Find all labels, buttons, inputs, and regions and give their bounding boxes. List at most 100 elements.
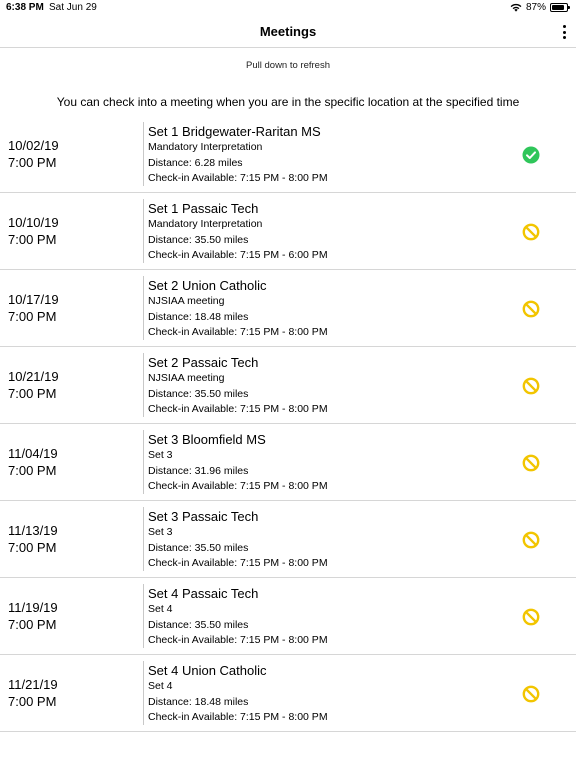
meeting-distance: Distance: 18.48 miles — [148, 695, 249, 708]
status-time: 6:38 PM — [6, 2, 44, 13]
meeting-time: 7:00 PM — [8, 386, 57, 401]
meeting-type: Set 4 — [148, 680, 173, 692]
meeting-row[interactable]: 11/13/19 7:00 PM Set 3 Passaic Tech Set … — [0, 501, 576, 578]
row-divider — [143, 661, 144, 725]
meeting-datetime: 10/17/19 7:00 PM — [8, 291, 59, 325]
meeting-checkin-window: Check-in Available: 7:15 PM - 6:00 PM — [148, 249, 328, 261]
meeting-distance: Distance: 35.50 miles — [148, 618, 249, 631]
row-divider — [143, 430, 144, 494]
meeting-time: 7:00 PM — [8, 617, 57, 632]
more-vertical-icon[interactable] — [560, 24, 568, 40]
meeting-checkin-window: Check-in Available: 7:15 PM - 8:00 PM — [148, 480, 328, 492]
unavailable-status[interactable] — [522, 531, 540, 549]
meeting-details: Set 4 Passaic Tech Set 4 Distance: 35.50… — [148, 585, 328, 649]
meeting-datetime: 10/10/19 7:00 PM — [8, 214, 59, 248]
row-divider — [143, 507, 144, 571]
meeting-row[interactable]: 11/04/19 7:00 PM Set 3 Bloomfield MS Set… — [0, 424, 576, 501]
meeting-row[interactable]: 10/17/19 7:00 PM Set 2 Union Catholic NJ… — [0, 270, 576, 347]
meeting-type: NJSIAA meeting — [148, 372, 225, 384]
meeting-row[interactable]: 10/02/19 7:00 PM Set 1 Bridgewater-Rarit… — [0, 116, 576, 193]
more-dot — [562, 25, 566, 28]
meeting-date: 10/21/19 — [8, 369, 59, 384]
row-divider — [143, 199, 144, 263]
meeting-details: Set 3 Passaic Tech Set 3 Distance: 35.50… — [148, 508, 328, 572]
meeting-type: Mandatory Interpretation — [148, 141, 263, 153]
meeting-type: Set 3 — [148, 526, 173, 538]
meeting-list: 10/02/19 7:00 PM Set 1 Bridgewater-Rarit… — [0, 116, 576, 732]
row-divider — [143, 276, 144, 340]
meeting-name: Set 3 Passaic Tech — [148, 509, 259, 524]
nav-bar: Meetings — [0, 16, 576, 48]
meeting-datetime: 11/21/19 7:00 PM — [8, 676, 58, 710]
prohibited-icon — [522, 685, 540, 703]
meeting-time: 7:00 PM — [8, 540, 57, 555]
status-date: Sat Jun 29 — [49, 2, 97, 13]
meeting-datetime: 10/02/19 7:00 PM — [8, 137, 59, 171]
meeting-distance: Distance: 6.28 miles — [148, 156, 243, 169]
meeting-name: Set 4 Passaic Tech — [148, 586, 259, 601]
more-dot — [562, 36, 566, 39]
meeting-datetime: 10/21/19 7:00 PM — [8, 368, 59, 402]
meeting-type: NJSIAA meeting — [148, 295, 225, 307]
row-divider — [143, 353, 144, 417]
prohibited-icon — [522, 531, 540, 549]
check-circle-icon — [522, 146, 540, 164]
meeting-checkin-window: Check-in Available: 7:15 PM - 8:00 PM — [148, 172, 328, 184]
unavailable-status[interactable] — [522, 454, 540, 472]
meeting-name: Set 4 Union Catholic — [148, 663, 267, 678]
prohibited-icon — [522, 377, 540, 395]
meeting-time: 7:00 PM — [8, 463, 57, 478]
meeting-time: 7:00 PM — [8, 232, 57, 247]
unavailable-status[interactable] — [522, 685, 540, 703]
prohibited-icon — [522, 454, 540, 472]
page-title: Meetings — [259, 24, 317, 39]
meeting-date: 11/04/19 — [8, 446, 58, 461]
meeting-distance: Distance: 35.50 miles — [148, 387, 249, 400]
meeting-distance: Distance: 31.96 miles — [148, 464, 249, 477]
battery-fill — [552, 5, 565, 10]
unavailable-status[interactable] — [522, 608, 540, 626]
meeting-distance: Distance: 18.48 miles — [148, 310, 249, 323]
unavailable-status[interactable] — [522, 223, 540, 241]
prohibited-icon — [522, 300, 540, 318]
meeting-checkin-window: Check-in Available: 7:15 PM - 8:00 PM — [148, 403, 328, 415]
meeting-date: 11/13/19 — [8, 523, 58, 538]
meeting-type: Set 3 — [148, 449, 173, 461]
status-bar: 6:38 PM Sat Jun 29 87% — [0, 0, 576, 16]
battery-icon — [550, 3, 570, 12]
meeting-name: Set 2 Union Catholic — [148, 278, 267, 293]
meeting-row[interactable]: 10/21/19 7:00 PM Set 2 Passaic Tech NJSI… — [0, 347, 576, 424]
meeting-checkin-window: Check-in Available: 7:15 PM - 8:00 PM — [148, 634, 328, 646]
prohibited-icon — [522, 608, 540, 626]
meeting-details: Set 2 Union Catholic NJSIAA meeting Dist… — [148, 277, 328, 341]
checked-in-status[interactable] — [522, 146, 540, 164]
meeting-date: 11/19/19 — [8, 600, 58, 615]
meeting-row[interactable]: 11/19/19 7:00 PM Set 4 Passaic Tech Set … — [0, 578, 576, 655]
unavailable-status[interactable] — [522, 377, 540, 395]
meeting-time: 7:00 PM — [8, 155, 57, 170]
meeting-datetime: 11/13/19 7:00 PM — [8, 522, 58, 556]
more-dot — [562, 30, 566, 34]
meeting-type: Set 4 — [148, 603, 173, 615]
pull-to-refresh-hint: Pull down to refresh — [246, 60, 330, 71]
meeting-row[interactable]: 11/21/19 7:00 PM Set 4 Union Catholic Se… — [0, 655, 576, 732]
meeting-date: 10/17/19 — [8, 292, 59, 307]
meeting-name: Set 1 Passaic Tech — [148, 201, 259, 216]
row-divider — [143, 584, 144, 648]
meeting-details: Set 1 Passaic Tech Mandatory Interpretat… — [148, 200, 328, 264]
meeting-date: 10/10/19 — [8, 215, 59, 230]
meeting-datetime: 11/04/19 7:00 PM — [8, 445, 58, 479]
prohibited-icon — [522, 223, 540, 241]
meeting-name: Set 1 Bridgewater-Raritan MS — [148, 124, 321, 139]
meeting-row[interactable]: 10/10/19 7:00 PM Set 1 Passaic Tech Mand… — [0, 193, 576, 270]
meeting-details: Set 1 Bridgewater-Raritan MS Mandatory I… — [148, 123, 328, 187]
meeting-checkin-window: Check-in Available: 7:15 PM - 8:00 PM — [148, 326, 328, 338]
meeting-time: 7:00 PM — [8, 309, 57, 324]
battery-percent: 87% — [525, 2, 546, 13]
unavailable-status[interactable] — [522, 300, 540, 318]
meeting-details: Set 3 Bloomfield MS Set 3 Distance: 31.9… — [148, 431, 328, 495]
meeting-type: Mandatory Interpretation — [148, 218, 263, 230]
check-in-info-text: You can check into a meeting when you ar… — [56, 95, 520, 109]
status-right: 87% — [510, 2, 570, 13]
wifi-icon — [510, 3, 522, 12]
